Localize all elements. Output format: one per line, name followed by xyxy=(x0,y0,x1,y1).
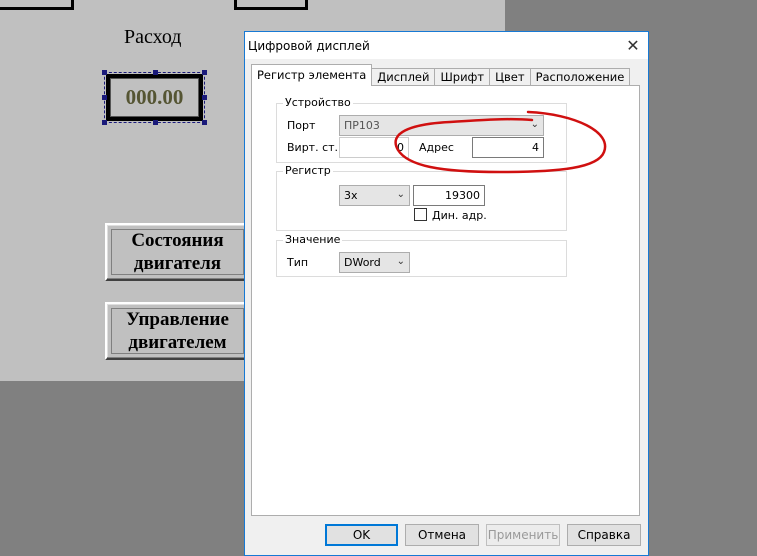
data-type-select[interactable]: DWord ⌄ xyxy=(339,252,410,273)
help-button[interactable]: Справка xyxy=(567,524,641,546)
address-field[interactable]: 4 xyxy=(472,137,544,158)
address-value: 4 xyxy=(532,141,539,154)
resize-handle[interactable] xyxy=(102,120,107,125)
apply-button[interactable]: Применить xyxy=(486,524,560,546)
button-label-line: двигателя xyxy=(133,253,222,274)
chevron-down-icon: ⌄ xyxy=(396,189,405,200)
register-type-value: 3x xyxy=(344,189,358,202)
virtual-station-label: Вирт. ст. xyxy=(287,141,339,154)
register-address-field[interactable]: 19300 xyxy=(413,185,485,206)
port-value: ПР103 xyxy=(344,119,380,132)
dialog-title: Цифровой дисплей xyxy=(248,38,370,53)
button-label-line: Состояния xyxy=(131,230,224,251)
group-title: Значение xyxy=(283,233,343,246)
tab-strip: Регистр элемента Дисплей Шрифт Цвет Расп… xyxy=(251,64,631,86)
engine-control-button[interactable]: Управление двигателем xyxy=(105,302,250,360)
tab-display[interactable]: Дисплей xyxy=(371,68,436,86)
virtual-station-value: 0 xyxy=(397,141,404,154)
button-label-line: двигателем xyxy=(128,332,227,353)
button-label-line: Управление xyxy=(126,309,229,330)
tab-color[interactable]: Цвет xyxy=(489,68,531,86)
virtual-station-field[interactable]: 0 xyxy=(339,137,409,158)
resize-handle[interactable] xyxy=(202,95,207,100)
cancel-button[interactable]: Отмена xyxy=(405,524,479,546)
register-group: Регистр 3x ⌄ 19300 Дин. адр. xyxy=(276,164,567,231)
resize-handle[interactable] xyxy=(102,70,107,75)
chevron-down-icon: ⌄ xyxy=(396,256,405,267)
element-fragment[interactable] xyxy=(0,0,74,10)
group-title: Регистр xyxy=(283,164,333,177)
tab-element-register[interactable]: Регистр элемента xyxy=(251,64,373,86)
port-select[interactable]: ПР103 ⌄ xyxy=(339,115,544,136)
close-icon[interactable]: ✕ xyxy=(618,33,648,59)
digital-display-widget[interactable]: 000.00 xyxy=(102,70,207,125)
caption-flow: Расход xyxy=(124,26,182,48)
element-fragment[interactable] xyxy=(234,0,308,10)
tab-font[interactable]: Шрифт xyxy=(434,68,491,86)
display-value: 000.00 xyxy=(110,78,199,117)
title-bar[interactable]: Цифровой дисплей ✕ xyxy=(245,32,648,59)
dynamic-address-checkbox[interactable] xyxy=(414,208,427,221)
register-address-value: 19300 xyxy=(445,189,480,202)
tab-panel: Устройство Порт ПР103 ⌄ Вирт. ст. 0 Адре… xyxy=(251,85,640,516)
group-title: Устройство xyxy=(283,96,353,109)
device-group: Устройство Порт ПР103 ⌄ Вирт. ст. 0 Адре… xyxy=(276,96,567,163)
port-label: Порт xyxy=(287,119,316,132)
ok-button[interactable]: OK xyxy=(325,524,398,546)
resize-handle[interactable] xyxy=(153,70,158,75)
chevron-down-icon: ⌄ xyxy=(530,119,539,130)
engine-status-button[interactable]: Состояния двигателя xyxy=(105,223,250,281)
data-type-label: Тип xyxy=(287,256,309,269)
address-label: Адрес xyxy=(419,141,454,154)
register-type-select[interactable]: 3x ⌄ xyxy=(339,185,410,206)
resize-handle[interactable] xyxy=(202,70,207,75)
resize-handle[interactable] xyxy=(153,120,158,125)
data-type-value: DWord xyxy=(344,256,381,269)
resize-handle[interactable] xyxy=(202,120,207,125)
digital-display-dialog: Цифровой дисплей ✕ Регистр элемента Дисп… xyxy=(244,31,649,556)
resize-handle[interactable] xyxy=(102,95,107,100)
dynamic-address-label: Дин. адр. xyxy=(432,209,487,222)
value-group: Значение Тип DWord ⌄ xyxy=(276,233,567,277)
tab-position[interactable]: Расположение xyxy=(529,68,631,86)
